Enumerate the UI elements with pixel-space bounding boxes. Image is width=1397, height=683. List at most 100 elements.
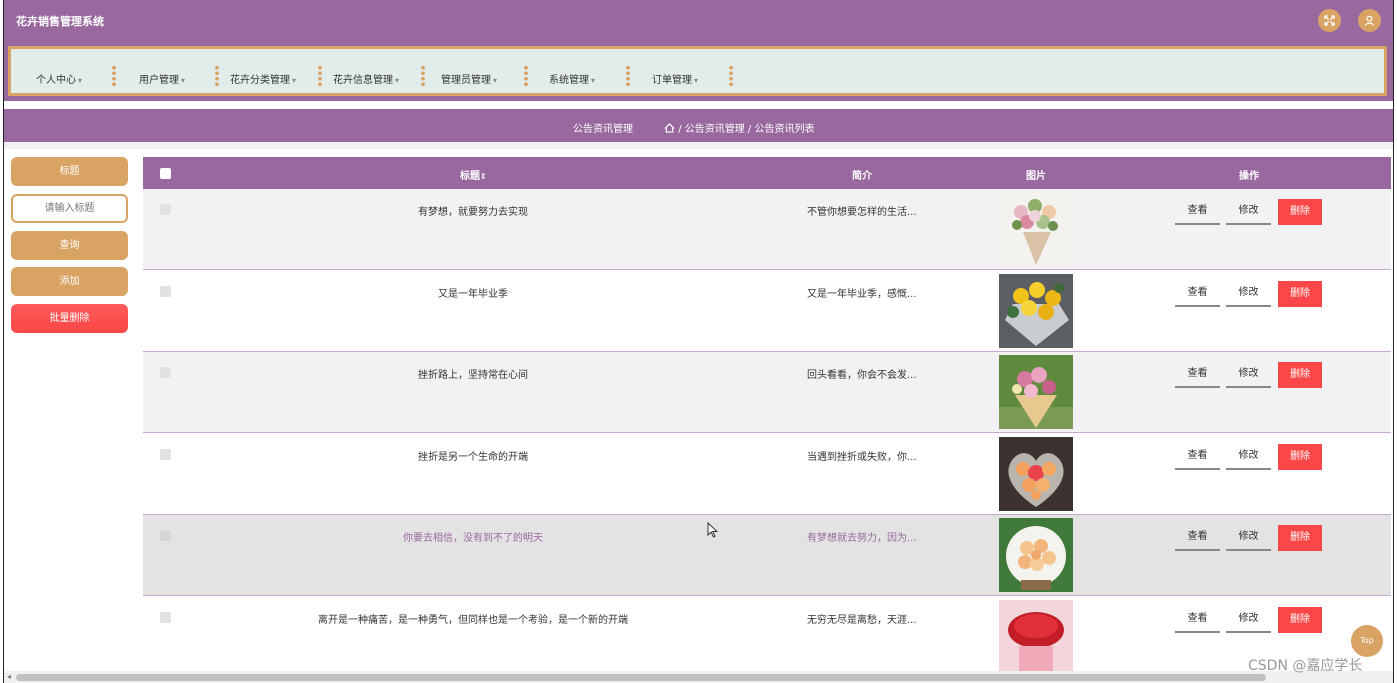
- edit-button[interactable]: 修改: [1226, 362, 1271, 388]
- row-intro: 回头看看，你会不会发...: [807, 370, 917, 381]
- flower-image[interactable]: [999, 192, 1073, 266]
- row-intro: 无穷无尽是离愁，天涯...: [807, 615, 917, 626]
- query-button[interactable]: 查询: [11, 231, 128, 260]
- nav-label: 个人中心: [36, 75, 76, 86]
- table-row: 又是一年毕业季 又是一年毕业季，感慨... 查看 修改 删除: [143, 271, 1391, 352]
- nav-divider: [626, 65, 630, 87]
- fullscreen-icon[interactable]: [1318, 9, 1341, 32]
- edit-button[interactable]: 修改: [1226, 525, 1271, 551]
- chevron-down-icon: ▾: [395, 76, 400, 85]
- delete-button[interactable]: 删除: [1278, 281, 1322, 307]
- nav-item-flower-category[interactable]: 花卉分类管理 ▾: [230, 71, 296, 86]
- nav-label: 花卉分类管理: [230, 75, 290, 86]
- row-checkbox[interactable]: [160, 204, 171, 215]
- flower-image[interactable]: [999, 437, 1073, 511]
- batch-delete-button[interactable]: 批量删除: [11, 304, 128, 333]
- chevron-down-icon: ▾: [292, 76, 297, 85]
- flower-image[interactable]: [999, 600, 1073, 674]
- scrollbar-thumb[interactable]: [16, 674, 1266, 681]
- main-nav: 个人中心 ▾ 用户管理 ▾ 花卉分类管理 ▾ 花卉信息管理 ▾ 管理员管理 ▾ 系统管理 ▾…: [8, 46, 1387, 96]
- nav-item-users[interactable]: 用户管理 ▾: [139, 71, 185, 86]
- app-title: 花卉销售管理系统: [16, 15, 104, 28]
- nav-divider: [215, 65, 219, 87]
- select-all-checkbox[interactable]: [160, 168, 171, 179]
- watermark: CSDN @嘉应学长: [1248, 658, 1363, 674]
- chevron-down-icon: ▾: [78, 76, 83, 85]
- edit-button[interactable]: 修改: [1226, 607, 1271, 633]
- delete-button[interactable]: 删除: [1278, 607, 1322, 633]
- flower-image[interactable]: [999, 518, 1073, 592]
- nav-label: 花卉信息管理: [333, 75, 393, 86]
- nav-divider: [318, 65, 322, 87]
- delete-button[interactable]: 删除: [1278, 362, 1322, 388]
- column-label: 标题: [460, 171, 480, 182]
- row-title: 挫折路上，坚持常在心间: [418, 370, 528, 381]
- nav-item-admins[interactable]: 管理员管理 ▾: [441, 71, 497, 86]
- top-header: 花卉销售管理系统: [4, 0, 1393, 42]
- row-title: 又是一年毕业季: [438, 289, 508, 300]
- view-button[interactable]: 查看: [1175, 281, 1220, 307]
- user-icon[interactable]: [1358, 9, 1381, 32]
- row-checkbox[interactable]: [160, 367, 171, 378]
- sort-icon: ⇕: [480, 172, 487, 181]
- chevron-down-icon: ▾: [181, 76, 186, 85]
- nav-label: 用户管理: [139, 75, 179, 86]
- column-action: 操作: [1239, 171, 1259, 182]
- chevron-down-icon: ▾: [591, 76, 596, 85]
- nav-label: 订单管理: [652, 75, 692, 86]
- column-image: 图片: [1026, 171, 1046, 182]
- nav-label: 系统管理: [549, 75, 589, 86]
- view-button[interactable]: 查看: [1175, 607, 1220, 633]
- delete-button[interactable]: 删除: [1278, 525, 1322, 551]
- edit-button[interactable]: 修改: [1226, 281, 1271, 307]
- breadcrumb: / 公告资讯管理 / 公告资讯列表: [664, 120, 814, 135]
- row-intro: 当遇到挫折或失败，你...: [807, 452, 917, 463]
- title-search-input[interactable]: [11, 194, 128, 223]
- scroll-left-arrow-icon[interactable]: ◂: [7, 672, 11, 681]
- table-row: 你要去相信，没有到不了的明天 有梦想就去努力，因为... 查看 修改 删除: [143, 515, 1391, 596]
- row-intro: 有梦想就去努力，因为...: [807, 533, 917, 544]
- nav-wrapper: 个人中心 ▾ 用户管理 ▾ 花卉分类管理 ▾ 花卉信息管理 ▾ 管理员管理 ▾ 系统管理 ▾…: [4, 42, 1393, 101]
- row-checkbox[interactable]: [160, 612, 171, 623]
- flower-image[interactable]: [999, 274, 1073, 348]
- delete-button[interactable]: 删除: [1278, 444, 1322, 470]
- breadcrumb-path[interactable]: / 公告资讯管理 / 公告资讯列表: [678, 124, 814, 135]
- row-title: 离开是一种痛苦，是一种勇气，但同样也是一个考验，是一个新的开端: [318, 615, 628, 626]
- row-title: 有梦想，就要努力去实现: [418, 207, 528, 218]
- nav-divider: [421, 65, 425, 87]
- view-button[interactable]: 查看: [1175, 525, 1220, 551]
- table-row: 离开是一种痛苦，是一种勇气，但同样也是一个考验，是一个新的开端 无穷无尽是离愁，…: [143, 597, 1391, 674]
- breadcrumb-bar: 公告资讯管理 / 公告资讯管理 / 公告资讯列表: [4, 109, 1393, 142]
- table-row: 挫折路上，坚持常在心间 回头看看，你会不会发... 查看 修改 删除: [143, 352, 1391, 433]
- chevron-down-icon: ▾: [694, 76, 699, 85]
- row-checkbox[interactable]: [160, 530, 171, 541]
- edit-button[interactable]: 修改: [1226, 199, 1271, 225]
- home-icon[interactable]: [664, 123, 675, 133]
- nav-divider: [729, 65, 733, 87]
- delete-button[interactable]: 删除: [1278, 199, 1322, 225]
- chevron-down-icon: ▾: [493, 76, 498, 85]
- view-button[interactable]: 查看: [1175, 444, 1220, 470]
- nav-item-system[interactable]: 系统管理 ▾: [549, 71, 595, 86]
- nav-item-flower-info[interactable]: 花卉信息管理 ▾: [333, 71, 399, 86]
- nav-item-orders[interactable]: 订单管理 ▾: [652, 71, 698, 86]
- back-to-top-button[interactable]: Top: [1351, 625, 1383, 657]
- edit-button[interactable]: 修改: [1226, 444, 1271, 470]
- view-button[interactable]: 查看: [1175, 199, 1220, 225]
- nav-divider: [524, 65, 528, 87]
- row-checkbox[interactable]: [160, 449, 171, 460]
- nav-divider: [112, 65, 116, 87]
- view-button[interactable]: 查看: [1175, 362, 1220, 388]
- column-intro: 简介: [852, 171, 872, 182]
- row-checkbox[interactable]: [160, 286, 171, 297]
- column-title-sortable[interactable]: 标题⇕: [460, 167, 487, 182]
- add-button[interactable]: 添加: [11, 267, 128, 296]
- title-label: 标题: [11, 157, 128, 186]
- horizontal-scrollbar[interactable]: ◂: [4, 671, 1393, 683]
- row-intro: 不管你想要怎样的生活...: [807, 207, 917, 218]
- nav-item-personal[interactable]: 个人中心 ▾: [36, 71, 82, 86]
- row-title: 挫折是另一个生命的开端: [418, 452, 528, 463]
- page-title: 公告资讯管理: [573, 124, 633, 135]
- table-row: 挫折是另一个生命的开端 当遇到挫折或失败，你... 查看 修改 删除: [143, 434, 1391, 515]
- flower-image[interactable]: [999, 355, 1073, 429]
